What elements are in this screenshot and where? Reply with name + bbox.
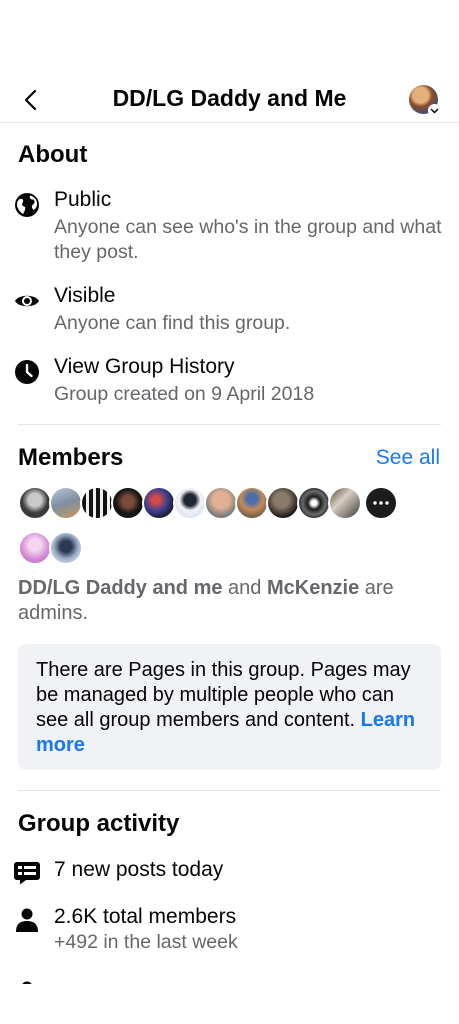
member-avatar[interactable] <box>18 531 52 565</box>
member-avatar[interactable] <box>266 486 300 520</box>
more-members-button[interactable] <box>364 486 398 520</box>
person-icon <box>14 907 40 933</box>
member-avatar[interactable] <box>18 486 52 520</box>
visibility-description: Anyone can find this group. <box>54 312 291 334</box>
section-divider <box>18 424 441 425</box>
new-posts-count: 7 new posts today <box>54 858 224 881</box>
admins-text: DD/LG Daddy and me and McKenzie are admi… <box>18 576 438 626</box>
privacy-description: Anyone can see who's in the group and wh… <box>54 216 442 263</box>
member-avatar[interactable] <box>49 486 83 520</box>
profile-avatar[interactable] <box>409 85 441 117</box>
member-avatar[interactable] <box>204 486 238 520</box>
member-avatar[interactable] <box>235 486 269 520</box>
members-heading: Members <box>18 444 124 471</box>
section-divider <box>18 790 441 791</box>
header-divider <box>0 122 459 123</box>
chevron-left-icon <box>24 89 37 111</box>
member-avatar[interactable] <box>297 486 331 520</box>
member-avatars[interactable] <box>18 486 438 566</box>
group-created-date: Group created on 9 April 2018 <box>54 383 315 405</box>
member-avatar[interactable] <box>328 486 362 520</box>
top-bar: DD/LG Daddy and Me <box>0 76 459 122</box>
member-avatar[interactable] <box>173 486 207 520</box>
visibility-title: Visible <box>54 284 116 307</box>
posts-icon <box>14 860 40 886</box>
admin-conjunction: and <box>222 577 267 599</box>
member-avatar[interactable] <box>142 486 176 520</box>
group-history-title: View Group History <box>54 355 235 378</box>
next-activity-row <box>14 978 441 984</box>
group-activity-heading: Group activity <box>18 810 180 837</box>
more-icon <box>373 501 389 505</box>
globe-icon <box>14 192 40 218</box>
member-avatar[interactable] <box>111 486 145 520</box>
chevron-down-icon <box>428 104 441 117</box>
pages-notice: There are Pages in this group. Pages may… <box>18 644 441 770</box>
eye-icon <box>14 288 40 314</box>
total-members-count: 2.6K total members <box>54 905 237 928</box>
member-avatar[interactable] <box>49 531 83 565</box>
person-icon <box>14 980 40 984</box>
clock-icon <box>14 359 40 385</box>
see-all-members-link[interactable]: See all <box>376 446 440 470</box>
pages-notice-text: There are Pages in this group. Pages may… <box>36 659 411 731</box>
admin-name-link[interactable]: McKenzie <box>267 577 359 599</box>
about-heading: About <box>18 141 88 168</box>
page-title: DD/LG Daddy and Me <box>112 85 347 111</box>
admin-name-link[interactable]: DD/LG Daddy and me <box>18 577 222 599</box>
members-growth: +492 in the last week <box>54 931 238 953</box>
member-avatar[interactable] <box>80 486 114 520</box>
back-button[interactable] <box>14 84 46 116</box>
privacy-title: Public <box>54 188 112 211</box>
